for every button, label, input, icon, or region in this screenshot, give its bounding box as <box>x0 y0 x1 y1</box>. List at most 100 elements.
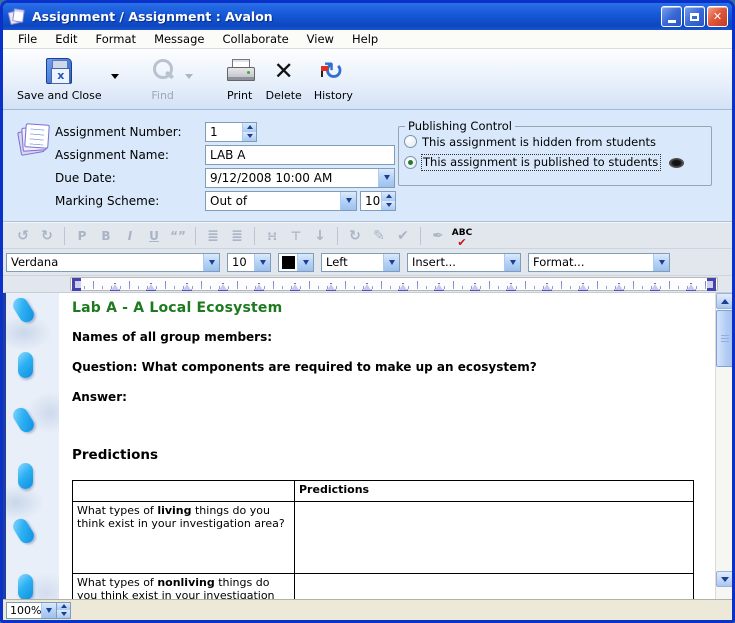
assignment-name-label: Assignment Name: <box>55 148 205 162</box>
save-and-close-button[interactable]: Save and Close <box>11 53 108 104</box>
zoom-up-button[interactable] <box>57 603 70 611</box>
font-color-dropdown[interactable] <box>278 253 314 272</box>
font-family-arrow[interactable] <box>203 254 219 271</box>
ruler-tab-marker <box>543 284 551 290</box>
publishing-control-legend: Publishing Control <box>405 119 515 133</box>
hidden-option-row[interactable]: This assignment is hidden from students <box>404 131 707 152</box>
ruler-tab-marker <box>183 284 191 290</box>
delete-button[interactable]: ✕ Delete <box>260 53 308 104</box>
eye-icon <box>669 158 684 168</box>
due-date-dropdown[interactable]: 9/12/2008 10:00 AM <box>205 168 395 188</box>
due-date-dropdown-arrow[interactable] <box>378 169 394 187</box>
table-header-empty-cell[interactable] <box>73 481 295 502</box>
find-button[interactable]: Find <box>144 53 182 104</box>
down-arrow-icon[interactable]: ↓ <box>308 224 332 248</box>
document-content[interactable]: Lab A - A Local Ecosystem Names of all g… <box>3 293 718 599</box>
pencil-icon[interactable]: ✎ <box>367 224 391 248</box>
ruler-tab-marker <box>147 284 155 290</box>
insert-dropdown[interactable]: Insert... <box>407 253 521 272</box>
ruler-tab-marker <box>651 284 659 290</box>
font-size-arrow[interactable] <box>254 254 270 271</box>
right-margin-marker[interactable] <box>707 278 716 291</box>
scrollbar-thumb[interactable] <box>716 310 732 367</box>
published-radio[interactable] <box>404 156 417 169</box>
accept-icon[interactable]: ✔ <box>391 224 415 248</box>
status-bar: 100% <box>3 599 732 620</box>
alignment-dropdown[interactable]: Left <box>321 253 400 272</box>
insert-rows-icon[interactable]: ∺ <box>260 224 284 248</box>
print-button[interactable]: Print <box>220 53 260 104</box>
insert-arrow[interactable] <box>504 254 520 271</box>
horizontal-rule-icon[interactable]: ⊤ <box>284 224 308 248</box>
font-size-dropdown[interactable]: 10 <box>227 253 271 272</box>
number-up-button[interactable] <box>243 123 256 132</box>
title-bar: Assignment / Assignment : Avalon ✕ <box>3 3 732 30</box>
zoom-down-button[interactable] <box>57 610 70 618</box>
ruler-tab-marker <box>435 284 443 290</box>
menu-bar: File Edit Format Message Collaborate Vie… <box>3 30 732 49</box>
menu-help[interactable]: Help <box>343 30 387 48</box>
predictions-table: Predictions What types of living things … <box>72 480 694 599</box>
published-option-row[interactable]: This assignment is published to students <box>404 152 707 173</box>
marking-scheme-label: Marking Scheme: <box>55 194 205 208</box>
hidden-radio[interactable] <box>404 135 417 148</box>
paragraph-icon[interactable]: P <box>70 224 94 248</box>
signature-icon[interactable]: ✒ <box>426 224 450 248</box>
underline-icon[interactable]: U <box>142 224 166 248</box>
zoom-dropdown-arrow[interactable] <box>41 603 56 618</box>
maximize-button[interactable] <box>684 6 705 27</box>
alignment-arrow[interactable] <box>383 254 399 271</box>
marking-scheme-dropdown[interactable]: Out of <box>205 191 357 211</box>
publishing-control-group: Publishing Control This assignment is hi… <box>398 126 712 186</box>
bold-icon[interactable]: B <box>94 224 118 248</box>
menu-view[interactable]: View <box>298 30 343 48</box>
menu-collaborate[interactable]: Collaborate <box>213 30 297 48</box>
format-arrow[interactable] <box>653 254 669 271</box>
rotate-icon[interactable]: ↻ <box>343 224 367 248</box>
outdent-icon[interactable]: ≣ <box>201 224 225 248</box>
zoom-spinner[interactable] <box>57 602 71 619</box>
menu-format[interactable]: Format <box>87 30 146 48</box>
table-header-predictions-cell[interactable]: Predictions <box>295 481 694 502</box>
ruler-tab-marker <box>615 284 623 290</box>
table-row2-question-cell[interactable]: What types of nonliving things do you th… <box>73 574 295 600</box>
menu-message[interactable]: Message <box>145 30 213 48</box>
number-down-button[interactable] <box>243 132 256 141</box>
font-family-dropdown[interactable]: Verdana <box>6 253 220 272</box>
document-editor[interactable]: Lab A - A Local Ecosystem Names of all g… <box>3 293 732 599</box>
zoom-control[interactable]: 100% <box>6 602 57 619</box>
redo-icon[interactable]: ↻ <box>35 224 59 248</box>
assignment-number-spinner[interactable]: 1 <box>205 122 257 142</box>
spellcheck-icon[interactable]: ABC✔ <box>450 225 474 247</box>
published-radio-label: This assignment is published to students <box>422 155 660 170</box>
marking-up-button[interactable] <box>382 192 395 201</box>
marking-scheme-dropdown-arrow[interactable] <box>340 192 356 210</box>
save-options-dropdown[interactable] <box>108 57 122 95</box>
ruler-tab-marker <box>471 284 479 290</box>
marking-down-button[interactable] <box>382 201 395 210</box>
menu-file[interactable]: File <box>9 30 46 48</box>
scroll-up-button[interactable] <box>716 293 732 309</box>
print-icon <box>226 59 254 83</box>
table-row1-question-cell[interactable]: What types of living things do you think… <box>73 502 295 574</box>
assignment-name-input[interactable]: LAB A <box>205 145 395 165</box>
close-button[interactable]: ✕ <box>707 6 728 27</box>
format-dropdown[interactable]: Format... <box>528 253 670 272</box>
vertical-scrollbar[interactable] <box>715 293 732 599</box>
quotes-icon[interactable]: “” <box>166 224 190 248</box>
font-color-arrow[interactable] <box>297 254 313 271</box>
menu-edit[interactable]: Edit <box>46 30 86 48</box>
table-row2-answer-cell[interactable] <box>295 574 694 600</box>
marking-value-spinner[interactable]: 10 <box>360 191 396 211</box>
indent-icon[interactable]: ≣ <box>225 224 249 248</box>
color-swatch <box>282 256 295 269</box>
italic-icon[interactable]: I <box>118 224 142 248</box>
table-row1-answer-cell[interactable] <box>295 502 694 574</box>
doc-section-heading: Predictions <box>72 447 718 463</box>
left-margin-marker[interactable] <box>72 278 81 291</box>
undo-icon[interactable]: ↺ <box>11 224 35 248</box>
scroll-down-button[interactable] <box>716 571 732 587</box>
history-button[interactable]: ↻ History <box>308 53 359 104</box>
minimize-button[interactable] <box>661 6 682 27</box>
find-options-dropdown[interactable] <box>182 57 196 95</box>
